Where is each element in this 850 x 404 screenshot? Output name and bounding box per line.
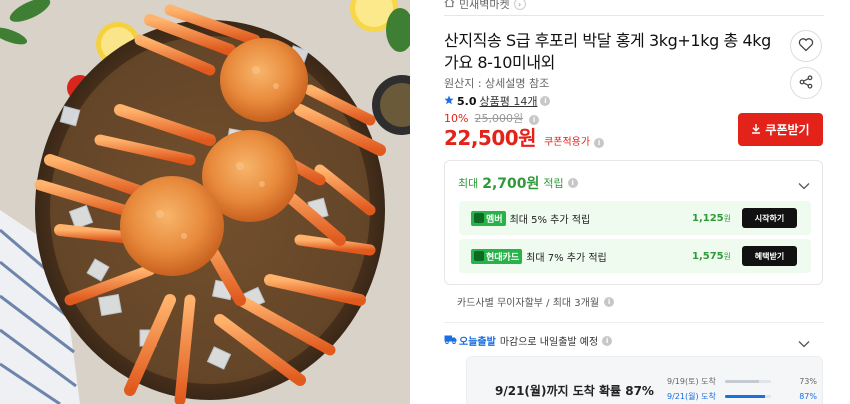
coupon-download-button[interactable]: 쿠폰받기 — [738, 113, 823, 146]
download-icon — [751, 123, 761, 137]
chevron-down-icon[interactable] — [798, 333, 810, 352]
product-image — [0, 0, 410, 404]
start-button[interactable]: 시작하기 — [742, 208, 797, 228]
product-info-panel: 민새벽마켓 › 산지직송 S급 후포리 박달 홍게 3kg+1kg 총 4kg … — [444, 0, 824, 404]
product-title: 산지직송 S급 후포리 박달 홍게 3kg+1kg 총 4kg 가요 8-10미… — [444, 31, 771, 72]
favorite-button[interactable] — [790, 30, 822, 62]
benefit-desc: 최대 5% 추가 적립 — [509, 214, 591, 226]
price-row: 22,500원 쿠폰적용가 i — [444, 122, 605, 151]
coupon-label: 쿠폰받기 — [765, 123, 810, 137]
info-icon[interactable]: i — [567, 178, 578, 188]
installment-info: 카드사별 무이자할부 / 최대 3개월 i — [457, 294, 615, 309]
rating-score: 5.0 — [457, 94, 477, 108]
installment-text: 카드사별 무이자할부 / 최대 3개월 — [457, 298, 600, 309]
benefit-points: 1,575원 — [691, 250, 731, 262]
rating: 5.0 상품평 14개 i — [444, 93, 551, 109]
reward-amount: 2,700원 — [482, 176, 540, 192]
heart-icon — [798, 37, 814, 56]
card-icon — [474, 251, 484, 261]
benefit-tag: 현대카드 — [471, 248, 523, 264]
divider — [444, 322, 824, 323]
card-icon — [474, 213, 484, 223]
store-name: 민새벽마켓 — [459, 0, 510, 11]
chevron-down-icon[interactable] — [798, 175, 810, 194]
shipping-text: 마감으로 내일출발 예정 — [499, 337, 599, 348]
info-icon[interactable]: i — [540, 96, 551, 106]
chevron-right-icon: › — [513, 0, 526, 10]
arrival-probability-row: 9/21(월) 도착 87% — [667, 392, 817, 401]
info-icon[interactable]: i — [602, 335, 613, 346]
reward-prefix: 최대 — [458, 177, 479, 190]
reward-label: 적립 — [543, 177, 564, 190]
share-icon — [799, 74, 813, 93]
arrival-probability-row: 9/19(토) 도착 73% — [667, 377, 817, 386]
origin-text: 원산지 : 상세설명 참조 — [444, 77, 550, 90]
share-button[interactable] — [790, 67, 822, 99]
reward-panel: 최대 2,700원 적립 i 멤버 최대 5% 추가 적립 1,125원 시작하… — [444, 160, 823, 285]
shipping-badge: 오늘출발 — [444, 333, 496, 348]
store-link[interactable]: 민새벽마켓 › — [444, 0, 526, 14]
crab-photo — [0, 0, 410, 404]
get-benefit-button[interactable]: 혜택받기 — [742, 246, 797, 266]
card-benefit: 현대카드 최대 7% 추가 적립 1,575원 혜택받기 — [459, 239, 811, 273]
shipping-info: 오늘출발 마감으로 내일출발 예정 i — [444, 333, 613, 348]
price-note: 쿠폰적용가 — [544, 137, 591, 148]
sale-price: 22,500원 — [444, 126, 537, 150]
house-icon — [444, 0, 455, 11]
arrival-estimate: 9/21(월)까지 도착 확률 87% 9/19(토) 도착 73% 9/21(… — [466, 356, 823, 404]
info-icon[interactable]: i — [594, 138, 605, 148]
arrival-headline: 9/21(월)까지 도착 확률 87% — [495, 384, 654, 398]
review-count-link[interactable]: 상품평 14개 — [480, 93, 538, 109]
truck-icon — [444, 334, 457, 347]
star-icon — [444, 95, 454, 108]
membership-benefit: 멤버 최대 5% 추가 적립 1,125원 시작하기 — [459, 201, 811, 235]
benefit-tag: 멤버 — [471, 210, 506, 226]
divider — [444, 15, 824, 16]
benefit-desc: 최대 7% 추가 적립 — [526, 252, 607, 264]
reward-summary[interactable]: 최대 2,700원 적립 i — [458, 173, 578, 193]
info-icon[interactable]: i — [604, 296, 615, 307]
benefit-points: 1,125원 — [691, 212, 731, 224]
